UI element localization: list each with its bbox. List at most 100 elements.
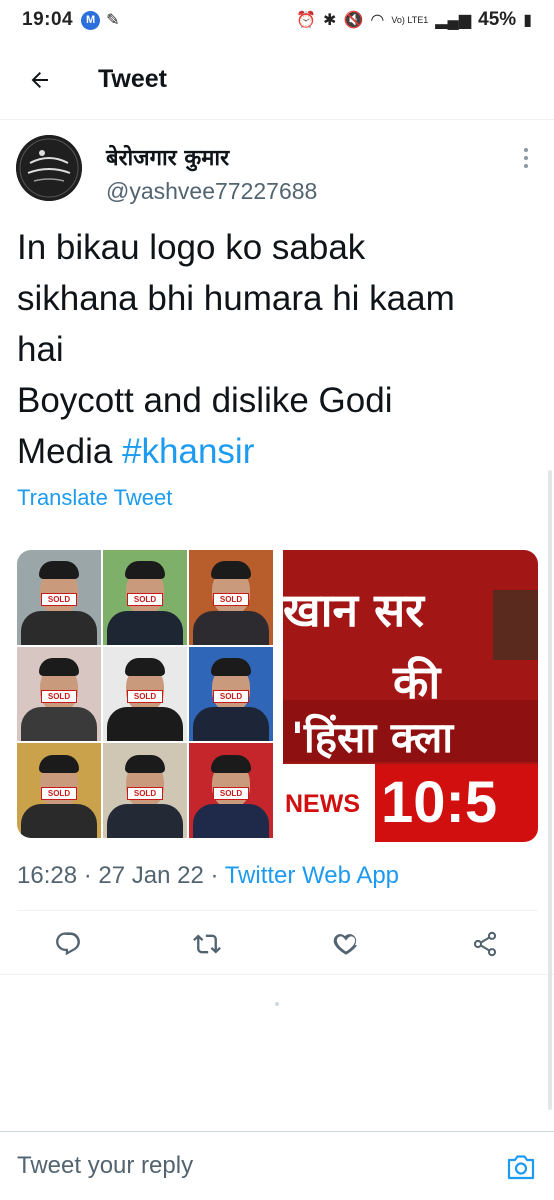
messenger-notification-icon: M: [81, 10, 101, 30]
collage-cell: SOLD: [17, 646, 101, 742]
tweet-text-line: In bikau logo ko sabak: [17, 228, 366, 267]
tweet-actions: [0, 912, 554, 974]
tweet-text-fragment: Media: [17, 432, 123, 471]
tweet-date: 27 Jan 22: [98, 862, 204, 889]
news-headline-line3: 'हिंसा क्ला: [291, 713, 454, 762]
back-button[interactable]: [20, 60, 60, 100]
media-image-collage[interactable]: SOLD SOLD SOLD SOLD SOLD SOLD SOLD SOLD …: [17, 550, 273, 838]
sold-badge: SOLD: [41, 689, 77, 703]
person-hair: [39, 754, 79, 773]
collage-cell: SOLD: [189, 550, 273, 645]
more-dot-icon: [524, 148, 528, 152]
person-hair: [211, 561, 251, 580]
app-bar: Tweet: [0, 40, 554, 120]
person-hair: [211, 658, 251, 677]
status-icons: ⏰ ✱ 🔇 ◠ Vo) LTE1 ▂▄▆ 45% ▮: [296, 9, 532, 31]
collage-cell: SOLD: [17, 550, 101, 645]
tweet-text-line-last: Media #khansir: [17, 426, 537, 477]
news-channel-logo: NEWS: [285, 790, 360, 818]
sold-badge: SOLD: [213, 786, 249, 800]
person-body: [21, 610, 97, 645]
loading-dot: [275, 1002, 279, 1006]
battery-level: 45%: [478, 9, 517, 30]
collage-cell: SOLD: [103, 646, 187, 742]
news-show-time: 10:5: [375, 764, 538, 842]
sold-badge: SOLD: [213, 593, 249, 607]
back-arrow-icon: [31, 71, 48, 88]
like-button[interactable]: [331, 929, 361, 959]
person-body: [107, 610, 183, 645]
person-hair: [125, 754, 165, 773]
tweet-text-line: hai: [17, 330, 64, 369]
author-name[interactable]: बेरोजगार कुमार: [106, 142, 229, 172]
hashtag-link[interactable]: #khansir: [122, 432, 254, 471]
mute-icon: 🔇: [343, 12, 364, 29]
alarm-icon: ⏰: [296, 12, 317, 29]
collage-cell: SOLD: [189, 646, 273, 742]
person-body: [193, 707, 269, 742]
camera-button[interactable]: [506, 1153, 536, 1181]
status-time: 19:04: [22, 9, 74, 30]
lte-label: Vo) LTE1: [391, 14, 429, 25]
tweet-text-line: sikhana bhi humara hi kaam: [17, 279, 455, 318]
share-button[interactable]: [470, 929, 500, 959]
translate-tweet-link[interactable]: Translate Tweet: [17, 485, 172, 511]
avatar-logo-image: [16, 135, 82, 201]
reply-icon: [56, 932, 80, 956]
bluetooth-icon: ✱: [323, 12, 337, 29]
person-body: [21, 707, 97, 742]
retweet-icon: [193, 934, 221, 954]
wifi-icon: ◠: [370, 12, 385, 29]
person-body: [107, 707, 183, 742]
collage-cell: SOLD: [189, 743, 273, 838]
sold-badge: SOLD: [41, 786, 77, 800]
divider: [17, 910, 538, 911]
fire-background: [493, 590, 538, 660]
divider: [0, 974, 554, 975]
reply-bar: Tweet your reply: [0, 1131, 554, 1200]
person-body: [193, 803, 269, 838]
sold-badge: SOLD: [127, 786, 163, 800]
collage-cell: SOLD: [17, 743, 101, 838]
meta-separator: ·: [77, 862, 99, 889]
scrollbar[interactable]: [548, 0, 552, 1140]
collage-cell: SOLD: [103, 550, 187, 645]
tweet-timestamp: 16:28 · 27 Jan 22 · Twitter Web App: [17, 862, 399, 890]
sold-badge: SOLD: [213, 689, 249, 703]
sold-badge: SOLD: [127, 593, 163, 607]
signal-icon: ▂▄▆: [435, 12, 472, 29]
sold-badge: SOLD: [41, 593, 77, 607]
retweet-button[interactable]: [192, 929, 222, 959]
page-title: Tweet: [98, 65, 167, 93]
battery-icon: ▮: [523, 12, 532, 29]
news-headline-line1: खान सर: [283, 583, 424, 637]
more-options-button[interactable]: [514, 146, 538, 170]
media-image-news[interactable]: खान सर की 'हिंसा क्ला NEWS 10:5: [283, 550, 538, 842]
tweet-text: In bikau logo ko sabak sikhana bhi humar…: [17, 222, 537, 477]
status-bar: 19:04 M ✎ ⏰ ✱ 🔇 ◠ Vo) LTE1 ▂▄▆ 45% ▮: [0, 0, 554, 40]
meta-separator: ·: [203, 862, 225, 889]
person-body: [193, 610, 269, 645]
tweet-text-line: Boycott and dislike Godi: [17, 381, 393, 420]
tweet-time: 16:28: [17, 862, 78, 889]
camera-icon: [507, 1155, 535, 1180]
person-body: [21, 803, 97, 838]
tools-notification-icon: ✎: [106, 12, 120, 29]
person-body: [107, 803, 183, 838]
collage-cell: SOLD: [103, 743, 187, 838]
person-hair: [211, 754, 251, 773]
author-handle[interactable]: @yashvee77227688: [106, 178, 317, 205]
reply-input[interactable]: Tweet your reply: [17, 1152, 193, 1180]
person-hair: [39, 561, 79, 580]
more-dot-icon: [524, 156, 528, 160]
person-hair: [125, 561, 165, 580]
sold-badge: SOLD: [127, 689, 163, 703]
person-hair: [39, 658, 79, 677]
like-icon: [333, 934, 357, 955]
person-hair: [125, 658, 165, 677]
tweet-source-link[interactable]: Twitter Web App: [225, 862, 399, 889]
more-dot-icon: [524, 164, 528, 168]
avatar[interactable]: [16, 135, 82, 201]
reply-button[interactable]: [53, 929, 83, 959]
share-icon: [473, 931, 497, 957]
